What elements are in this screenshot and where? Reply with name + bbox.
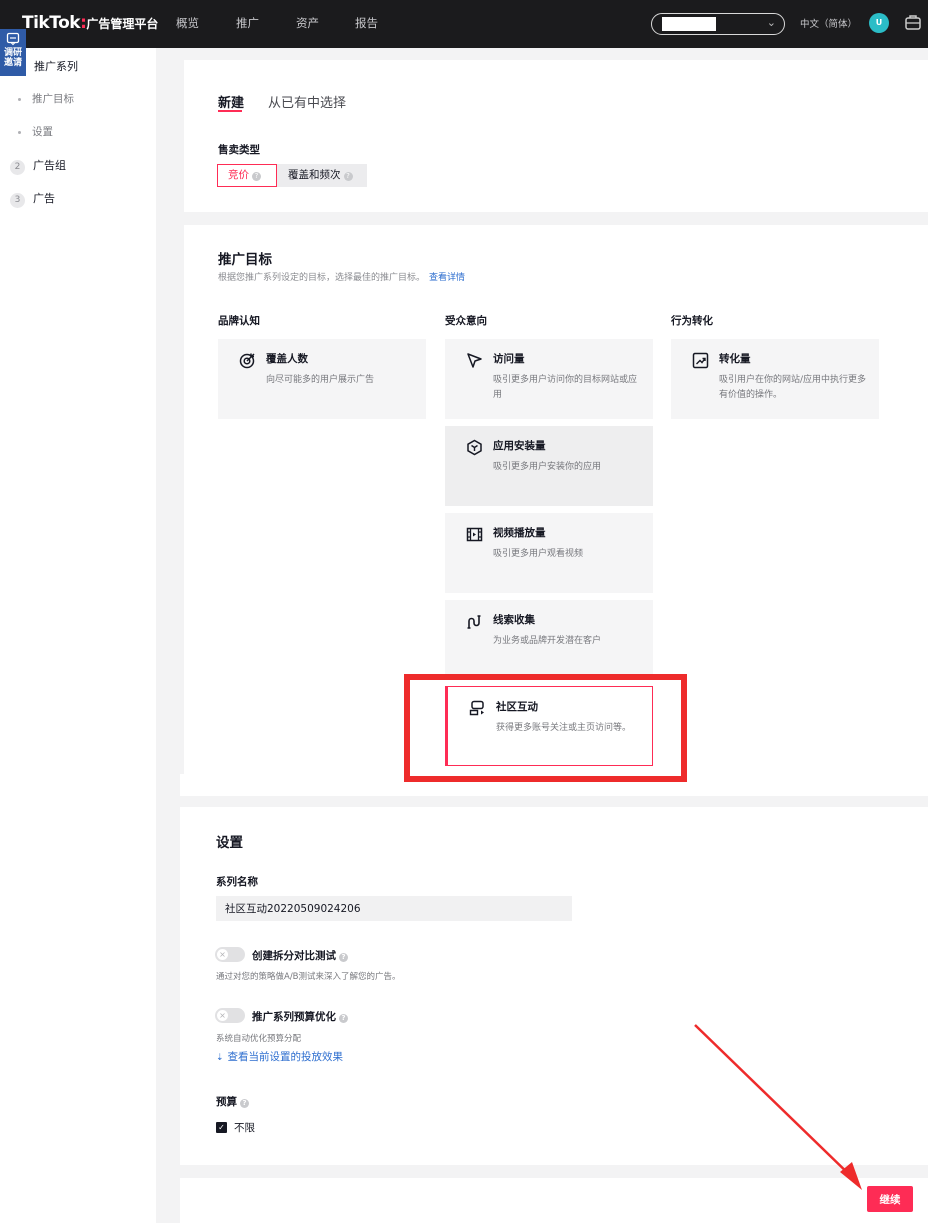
cube-icon xyxy=(467,439,482,456)
column-consideration: 受众意向 xyxy=(445,315,487,327)
sale-type-auction[interactable]: 竞价? xyxy=(217,164,277,187)
column-brand-awareness: 品牌认知 xyxy=(218,315,260,327)
annotation-arrow xyxy=(694,1024,862,1190)
objective-description: 根据您推广系列设定的目标，选择最佳的推广目标。 查看详情 xyxy=(218,273,466,283)
objective-tile-conversions[interactable]: 转化量 吸引用户在你的网站/应用中执行更多有价值的操作。 xyxy=(671,339,879,419)
survey-invite-badge[interactable]: 调研邀请 xyxy=(0,29,26,76)
budget-optimization-toggle[interactable]: × xyxy=(215,1008,245,1023)
sidebar: 推广系列 推广目标 设置 2 广告组 3 广告 xyxy=(0,48,156,1223)
step-number: 2 xyxy=(10,160,25,175)
budget-label: 预算? xyxy=(216,1094,249,1109)
continue-button[interactable]: 继续 xyxy=(867,1186,913,1212)
sidebar-item-objective[interactable]: 推广目标 xyxy=(18,91,74,106)
campaign-name-input[interactable] xyxy=(216,896,572,921)
column-conversion: 行为转化 xyxy=(671,315,713,327)
sale-type-reach-frequency[interactable]: 覆盖和频次? xyxy=(277,164,367,187)
avatar[interactable]: U xyxy=(869,13,889,33)
objective-tile-reach[interactable]: 覆盖人数 向尽可能多的用户展示广告 xyxy=(218,339,426,419)
bullet-icon xyxy=(18,130,21,134)
sidebar-item-ad[interactable]: 3 广告 xyxy=(10,190,55,208)
objective-tile-app-install[interactable]: 应用安装量 吸引更多用户安装你的应用 xyxy=(445,426,653,506)
double-chevron-down-icon: ⇣ xyxy=(216,1053,224,1063)
close-icon: × xyxy=(217,949,228,960)
view-delivery-effect-link[interactable]: ⇣ 查看当前设置的投放效果 xyxy=(216,1049,343,1064)
message-icon xyxy=(6,32,20,46)
unlimited-budget-checkbox[interactable]: ✓ xyxy=(216,1122,227,1133)
account-name-redacted xyxy=(662,17,716,31)
objective-tile-video-views[interactable]: 视频播放量 吸引更多用户观看视频 xyxy=(445,513,653,593)
help-icon: ? xyxy=(252,172,261,181)
create-card xyxy=(184,60,928,212)
briefcase-icon[interactable] xyxy=(904,13,922,31)
split-test-toggle[interactable]: × xyxy=(215,947,245,962)
chart-up-icon xyxy=(692,352,709,369)
tab-new[interactable]: 新建 xyxy=(218,92,244,111)
tab-choose-existing[interactable]: 从已有中选择 xyxy=(268,92,346,111)
view-details-link[interactable]: 查看详情 xyxy=(429,273,465,283)
target-icon xyxy=(239,353,255,369)
split-test-hint: 通过对您的策略做A/B测试来深入了解您的广告。 xyxy=(216,972,401,982)
objective-title: 推广目标 xyxy=(218,252,272,268)
language-switch[interactable]: 中文（简体） xyxy=(800,16,857,30)
nav-reports[interactable]: 报告 xyxy=(355,15,378,31)
budget-optimization-label: 推广系列预算优化? xyxy=(252,1009,348,1024)
unlimited-budget-label: 不限 xyxy=(234,1122,255,1134)
help-icon[interactable]: ? xyxy=(339,953,348,962)
sale-type-label: 售卖类型 xyxy=(218,144,260,156)
settings-title: 设置 xyxy=(216,835,243,851)
account-select[interactable]: ⌄ xyxy=(651,13,785,35)
tiktok-logo[interactable]: TikTok:广告管理平台 xyxy=(22,13,158,33)
budget-optimization-hint: 系统自动优化预算分配 xyxy=(216,1034,302,1044)
help-icon[interactable]: ? xyxy=(240,1099,249,1108)
sidebar-item-settings[interactable]: 设置 xyxy=(18,124,53,139)
objective-tile-lead-generation[interactable]: 线索收集 为业务或品牌开发潜在客户 xyxy=(445,600,653,680)
help-icon: ? xyxy=(343,172,353,181)
tab-active-indicator xyxy=(218,110,242,112)
step-number: 3 xyxy=(10,193,25,208)
cursor-icon xyxy=(467,353,482,368)
sidebar-item-adgroup[interactable]: 2 广告组 xyxy=(10,157,66,175)
nav-promote[interactable]: 推广 xyxy=(236,15,259,31)
chevron-down-icon: ⌄ xyxy=(766,16,776,29)
close-icon: × xyxy=(217,1010,228,1021)
split-test-label: 创建拆分对比测试? xyxy=(252,948,348,963)
sidebar-item-campaign[interactable]: 推广系列 xyxy=(34,58,78,74)
campaign-name-label: 系列名称 xyxy=(216,876,258,888)
nav-assets[interactable]: 资产 xyxy=(296,15,319,31)
nav-overview[interactable]: 概览 xyxy=(176,15,199,31)
top-bar: TikTok:广告管理平台 概览 推广 资产 报告 ⌄ 中文（简体） U xyxy=(0,0,928,48)
bullet-icon xyxy=(18,97,21,101)
objective-tile-traffic[interactable]: 访问量 吸引更多用户访问你的目标网站或应用 xyxy=(445,339,653,419)
magnet-icon xyxy=(467,615,481,629)
annotation-highlight-box xyxy=(404,674,687,782)
help-icon[interactable]: ? xyxy=(339,1014,348,1023)
film-icon xyxy=(466,527,483,542)
